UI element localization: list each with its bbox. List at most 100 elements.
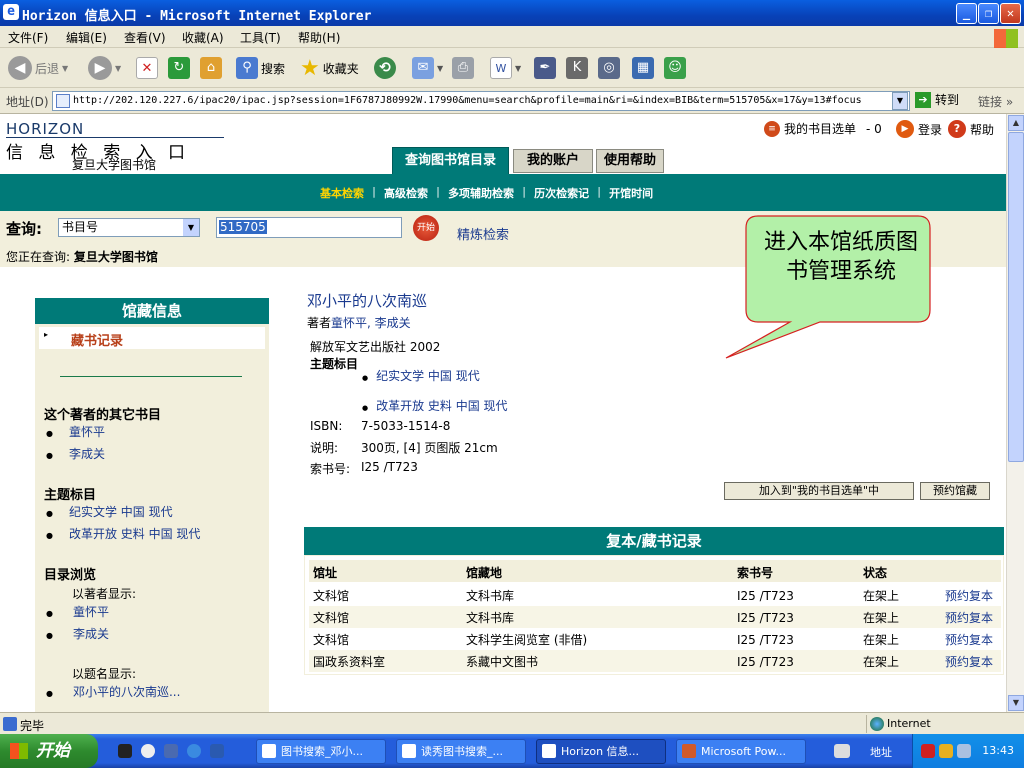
reserve-copy-link[interactable]: 预约复本 xyxy=(945,653,993,670)
scroll-up-button[interactable]: ▲ xyxy=(1008,115,1024,131)
help-link[interactable]: ? 帮助 xyxy=(948,120,994,138)
subnav-opening-hours[interactable]: 开馆时间 xyxy=(601,185,661,201)
taskbar-item-horizon[interactable]: Horizon 信息... xyxy=(536,739,666,764)
media-player-icon[interactable] xyxy=(141,744,155,758)
close-button[interactable]: ✕ xyxy=(1000,3,1021,24)
tab-my-account[interactable]: 我的账户 xyxy=(513,149,593,173)
stop-button[interactable]: ✕ xyxy=(136,54,158,82)
refresh-button[interactable]: ↻ xyxy=(168,54,190,82)
taskbar-item-duxiu[interactable]: 读秀图书搜索_... xyxy=(396,739,526,764)
subject-link[interactable]: 改革开放 史料 中国 现代 xyxy=(69,527,200,541)
address-dropdown-button[interactable]: ▼ xyxy=(892,92,908,110)
table-row: 文科馆 文科学生阅览室 (非借) I25 /T723 在架上 预约复本 xyxy=(313,631,994,648)
refine-search-link[interactable]: 精炼检索 xyxy=(457,224,509,243)
browse-author-link[interactable]: 童怀平 xyxy=(73,605,109,619)
record-title[interactable]: 邓小平的八次南巡 xyxy=(307,290,427,311)
security-zone: Internet xyxy=(866,715,1006,733)
taskbar-address-label[interactable]: 地址 xyxy=(870,744,892,760)
menu-favorites[interactable]: 收藏(A) xyxy=(182,29,224,46)
discuss-button[interactable]: ✒ xyxy=(534,54,556,82)
vertical-scrollbar[interactable]: ▲ ▼ xyxy=(1006,114,1024,712)
sidebar-item-holdings[interactable]: ▸ 藏书记录 xyxy=(39,327,265,349)
title-bar: e Horizon 信息入口 - Microsoft Internet Expl… xyxy=(0,0,1024,26)
add-to-list-button[interactable]: 加入到"我的书目选单"中 xyxy=(724,482,914,500)
page-icon xyxy=(56,94,70,108)
my-list-link[interactable]: ≡ 我的书目选单 - 0 xyxy=(764,120,882,137)
search-go-button[interactable]: 开始 xyxy=(413,215,439,241)
tab-help[interactable]: 使用帮助 xyxy=(596,149,664,173)
reserve-copy-link[interactable]: 预约复本 xyxy=(945,587,993,604)
arrow-icon: ▸ xyxy=(44,330,49,339)
minimize-button[interactable]: _ xyxy=(956,3,977,24)
search-index-select[interactable]: 书目号 ▼ xyxy=(58,218,200,237)
scroll-down-button[interactable]: ▼ xyxy=(1008,695,1024,711)
record-author-link[interactable]: 童怀平, 李成关 xyxy=(331,316,411,330)
edit-button[interactable]: W ▼ xyxy=(490,54,521,82)
toolbar: ◀ 后退 ▼ ▶ ▼ ✕ ↻ ⌂ ⚲ 搜索 ★ 收藏夹 ⟲ ✉ ▼ ⎙ W ▼ … xyxy=(0,48,1024,88)
tools-button[interactable]: ◎ xyxy=(598,54,620,82)
scroll-thumb[interactable] xyxy=(1008,132,1024,462)
subnav-search-history[interactable]: 历次检索记 xyxy=(526,185,597,201)
author-list: ● 童怀平 ● 李成关 xyxy=(46,422,105,466)
call-value: I25 /T723 xyxy=(361,460,418,474)
qq-icon[interactable] xyxy=(118,744,132,758)
menu-tools[interactable]: 工具(T) xyxy=(240,29,281,46)
subnav-multi-search[interactable]: 多项辅助检索 xyxy=(440,185,522,201)
list-item: ● 童怀平 xyxy=(46,605,109,619)
login-link[interactable]: ▶ 登录 xyxy=(896,120,942,138)
taskbar-item-book-search[interactable]: 图书搜索_邓小... xyxy=(256,739,386,764)
subnav-basic-search[interactable]: 基本检索 xyxy=(320,185,372,201)
menu-view[interactable]: 查看(V) xyxy=(124,29,166,46)
messenger-icon: ☺ xyxy=(664,57,686,79)
network-icon[interactable] xyxy=(957,744,971,758)
browse-author-link[interactable]: 李成关 xyxy=(73,627,109,641)
author-heading: 这个著者的其它书目 xyxy=(44,408,162,423)
record-subject-1: ● 纪实文学 中国 现代 xyxy=(362,369,480,383)
sidebar-header: 馆藏信息 xyxy=(35,298,269,324)
mail-button[interactable]: ✉ ▼ xyxy=(412,54,443,82)
subnav-advanced-search[interactable]: 高级检索 xyxy=(376,185,436,201)
star-icon: ★ xyxy=(300,55,320,81)
search-button[interactable]: ⚲ 搜索 xyxy=(236,54,285,82)
search-icon: ⚲ xyxy=(236,57,258,79)
search-term-input[interactable]: 515705 xyxy=(216,217,402,238)
links-toolbar[interactable]: 链接 » xyxy=(978,93,1013,110)
go-button[interactable]: ➔ 转到 xyxy=(915,91,959,108)
print-button[interactable]: ⎙ xyxy=(452,54,474,82)
author-link[interactable]: 李成关 xyxy=(69,447,105,461)
keyboard-icon[interactable] xyxy=(834,744,850,758)
subject-link[interactable]: 纪实文学 中国 现代 xyxy=(69,505,173,519)
table-row: 国政系资料室 系藏中文图书 I25 /T723 在架上 预约复本 xyxy=(309,650,1001,672)
home-button[interactable]: ⌂ xyxy=(200,54,222,82)
taskbar-item-powerpoint[interactable]: Microsoft Pow... xyxy=(676,739,806,764)
favorites-button[interactable]: ★ 收藏夹 xyxy=(300,54,359,82)
browse-title-link[interactable]: 邓小平的八次南巡... xyxy=(73,685,180,699)
reserve-copy-link[interactable]: 预约复本 xyxy=(945,609,993,626)
current-search: 您正在查询: 复旦大学图书馆 xyxy=(6,250,158,264)
history-button[interactable]: ⟲ xyxy=(374,54,396,82)
msn-button[interactable]: ☺ xyxy=(664,54,686,82)
forward-button[interactable]: ▶ ▼ xyxy=(88,54,121,82)
author-link[interactable]: 童怀平 xyxy=(69,425,105,439)
quicklaunch-icon[interactable] xyxy=(210,744,224,758)
start-button[interactable]: 开始 xyxy=(0,734,98,768)
research-button[interactable]: K xyxy=(566,54,588,82)
ie-quicklaunch-icon[interactable] xyxy=(187,744,201,758)
messenger-button[interactable]: ▦ xyxy=(632,54,654,82)
tab-catalog[interactable]: 查询图书馆目录 xyxy=(392,147,509,174)
address-input[interactable]: http://202.120.227.6/ipac20/ipac.jsp?ses… xyxy=(52,91,910,111)
reserve-copy-link[interactable]: 预约复本 xyxy=(945,631,993,648)
back-button[interactable]: ◀ 后退 ▼ xyxy=(8,54,68,82)
sub-navigation: 基本检索 | 高级检索 | 多项辅助检索 | 历次检索记 | 开馆时间 xyxy=(0,174,1006,211)
subject-link[interactable]: 纪实文学 中国 现代 xyxy=(376,369,480,383)
restore-button[interactable]: ❐ xyxy=(978,3,999,24)
subject-link[interactable]: 改革开放 史料 中国 现代 xyxy=(376,399,507,413)
subject-heading: 主题标目 xyxy=(44,488,97,503)
menu-edit[interactable]: 编辑(E) xyxy=(66,29,107,46)
shield-icon[interactable] xyxy=(939,744,953,758)
reserve-button[interactable]: 预约馆藏 xyxy=(920,482,990,500)
menu-help[interactable]: 帮助(H) xyxy=(298,29,340,46)
antivirus-icon[interactable] xyxy=(921,744,935,758)
menu-file[interactable]: 文件(F) xyxy=(8,29,48,46)
desktop-icon[interactable] xyxy=(164,744,178,758)
